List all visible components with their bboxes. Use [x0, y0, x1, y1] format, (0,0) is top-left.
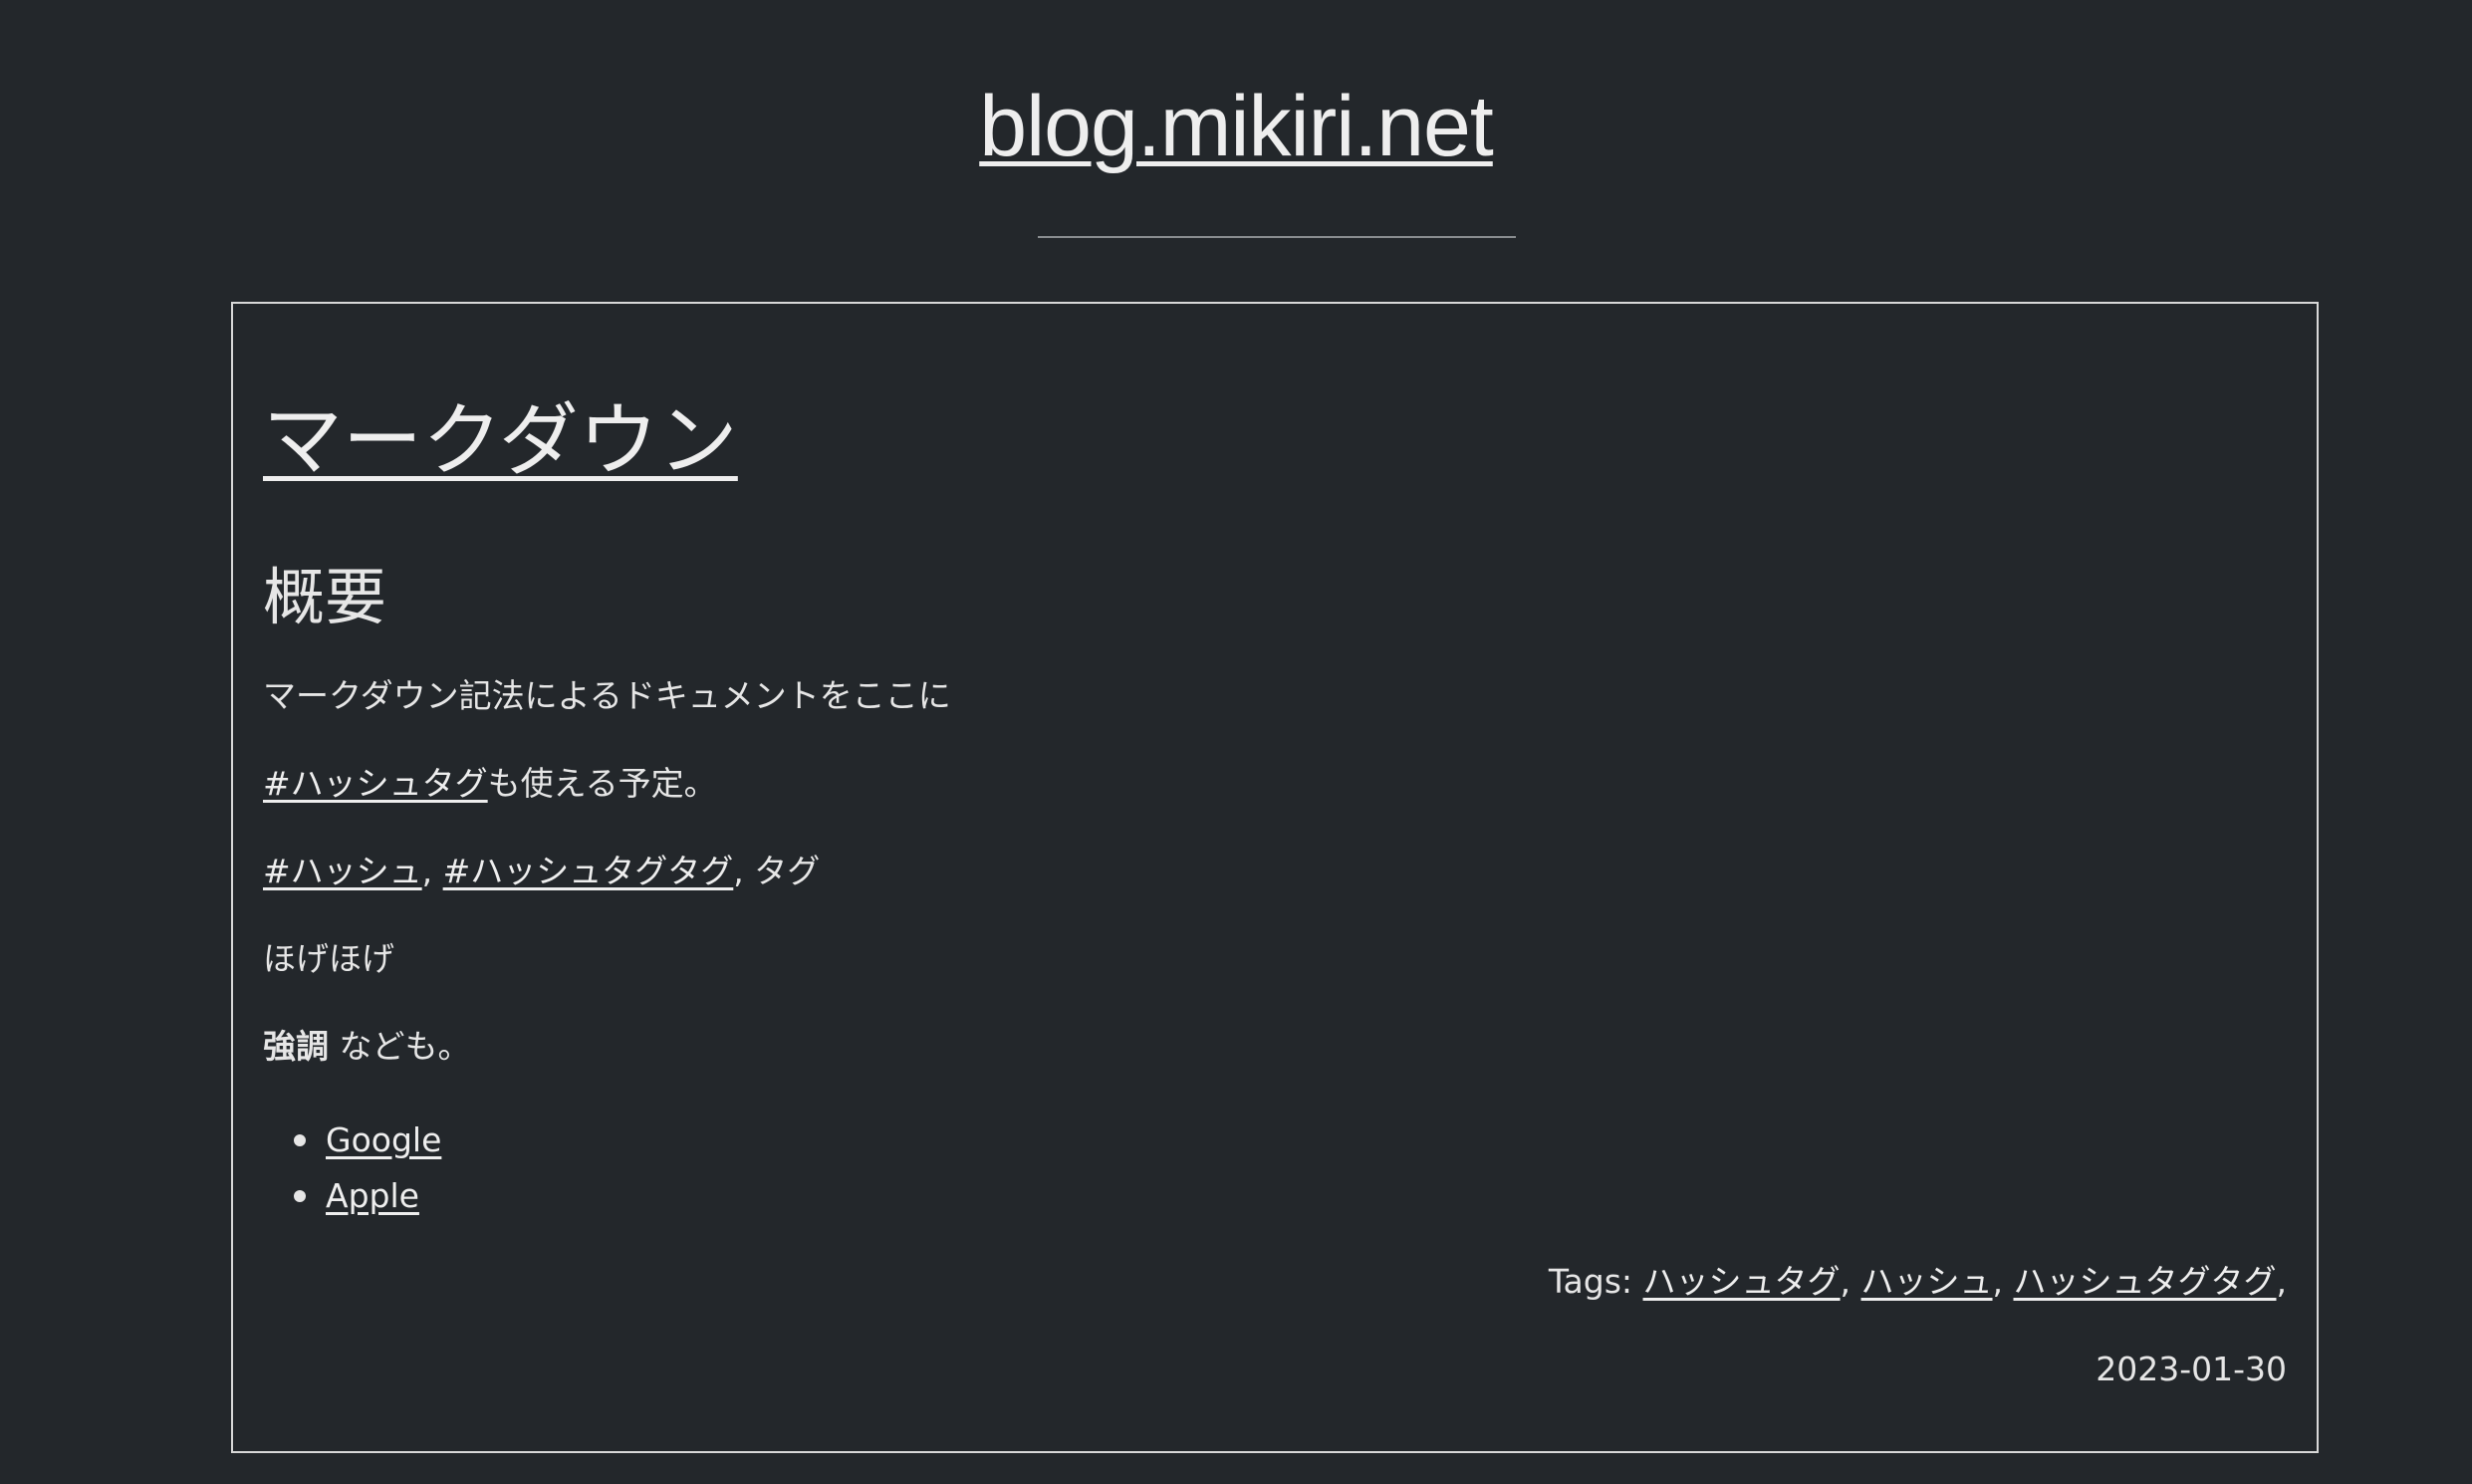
site-header: blog.mikiri.net: [0, 0, 2472, 299]
paragraph-intro: マークダウン記法によるドキュメントをここに: [263, 676, 951, 715]
tags-label: Tags:: [1548, 1262, 1643, 1301]
post-date: 2023-01-30: [2096, 1350, 2287, 1388]
emphasis-text: 強調: [263, 1027, 329, 1066]
tag-separator: ,: [1840, 1262, 1861, 1301]
hashtag-separator: ,: [421, 852, 443, 890]
paragraph-emphasis: 強調 なども。: [263, 1025, 471, 1069]
hashtag-link-2[interactable]: #ハッシュタグタグ: [443, 852, 734, 890]
post-card: マークダウン 概要 マークダウン記法によるドキュメントをここに #ハッシュタグも…: [231, 302, 2319, 1453]
tag-link-hash[interactable]: ハッシュ: [1861, 1262, 1993, 1301]
hashtag-link-1[interactable]: #ハッシュ: [263, 852, 422, 890]
tag-separator: ,: [1992, 1262, 2014, 1301]
apple-link[interactable]: Apple: [326, 1176, 419, 1215]
section-heading: 概要: [263, 561, 387, 633]
paragraph-hashtags: #ハッシュ, #ハッシュタグタグ, タグ: [263, 850, 820, 893]
tag-link-hashtag[interactable]: ハッシュタグ: [1643, 1262, 1841, 1301]
tag-link-hashtagtag[interactable]: ハッシュタグタグ: [2014, 1262, 2277, 1301]
post-title-link[interactable]: マークダウン: [263, 394, 738, 487]
site-title-link[interactable]: blog.mikiri.net: [979, 79, 1494, 174]
tag-trailing-separator: ,: [2276, 1262, 2288, 1301]
list-item: Google: [263, 1113, 441, 1168]
google-link[interactable]: Google: [326, 1120, 441, 1159]
hashtag-link[interactable]: #ハッシュタグ: [263, 764, 488, 803]
post-title: マークダウン: [263, 391, 738, 491]
paragraph-hashtag-text: も使える予定。: [487, 764, 717, 803]
post-tags: Tags: ハッシュタグ, ハッシュ, ハッシュタグタグ,: [1549, 1260, 2287, 1304]
list-item: Apple: [263, 1168, 441, 1224]
bullet-icon: [294, 1190, 306, 1202]
link-list: Google Apple: [263, 1113, 441, 1224]
paragraph-hashtag: #ハッシュタグも使える予定。: [263, 762, 717, 806]
paragraph-hashtags-text: , タグ: [733, 852, 821, 890]
paragraph-hogehoge: ほげほげ: [263, 939, 394, 978]
site-title: blog.mikiri.net: [0, 72, 2472, 181]
header-divider: [1038, 236, 1516, 238]
post-content: マークダウン 概要 マークダウン記法によるドキュメントをここに #ハッシュタグも…: [263, 304, 2287, 1451]
bullet-icon: [294, 1134, 306, 1146]
paragraph-emphasis-text: なども。: [329, 1027, 471, 1066]
